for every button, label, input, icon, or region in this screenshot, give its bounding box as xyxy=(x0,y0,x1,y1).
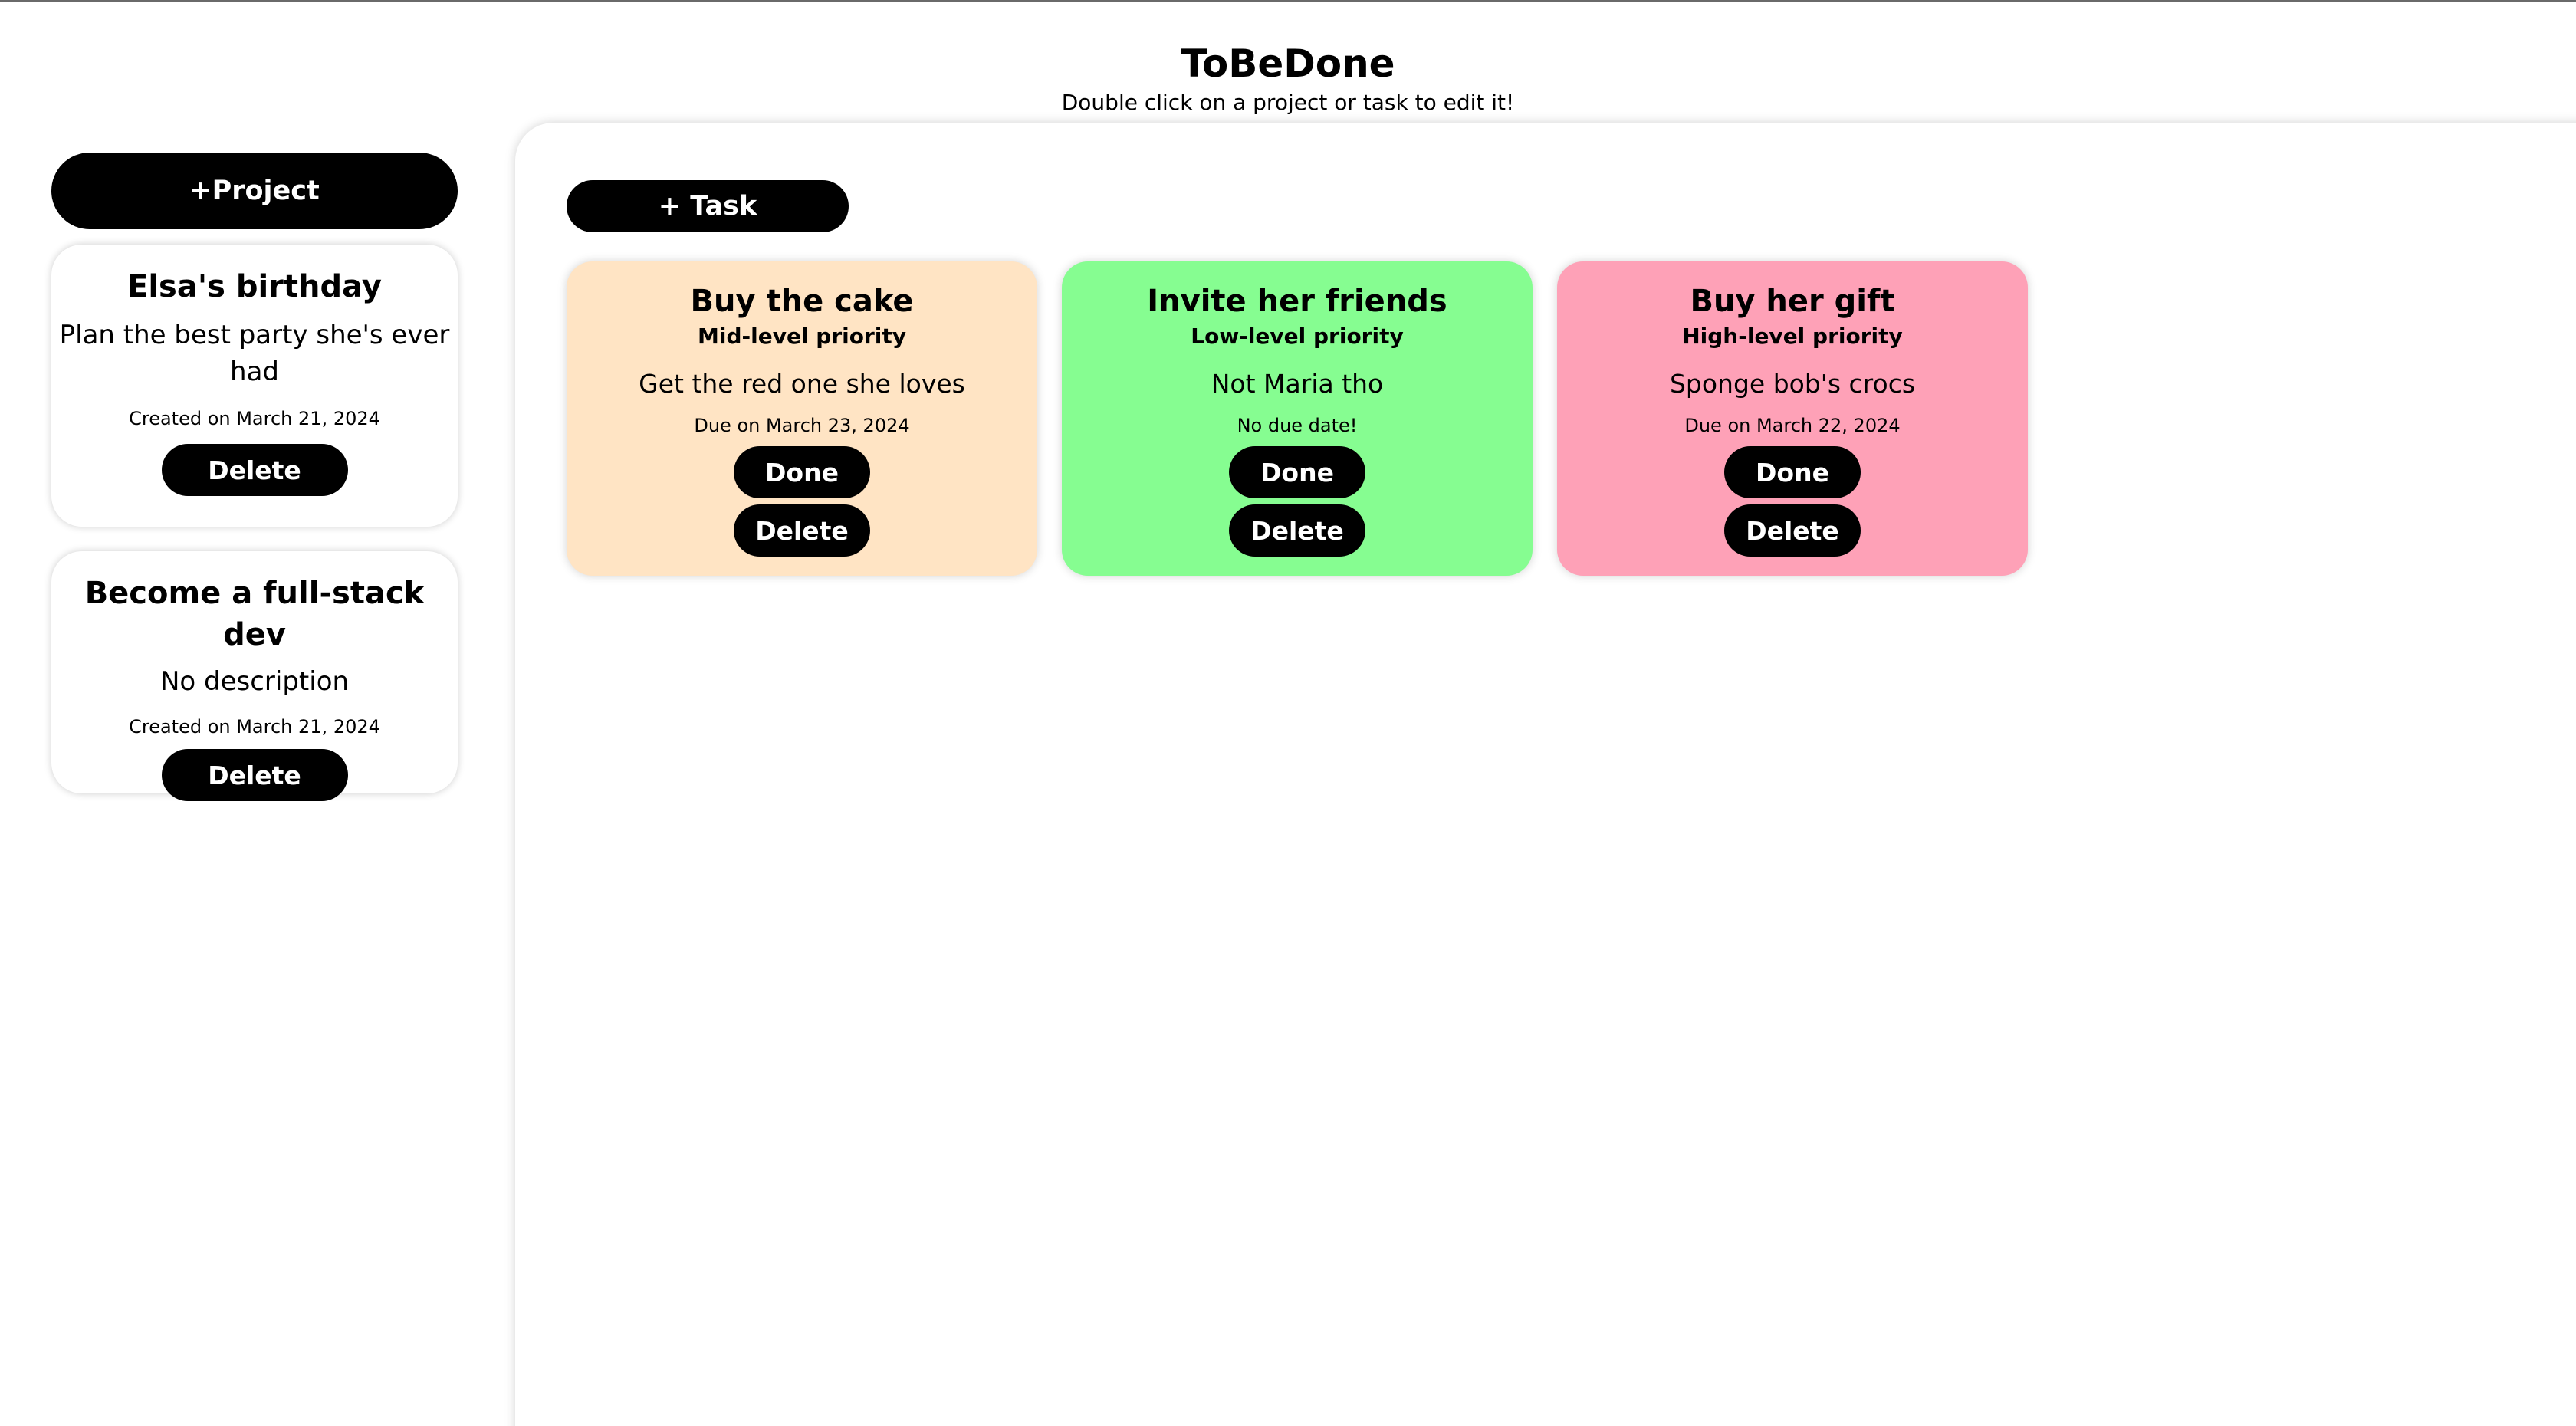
add-project-button[interactable]: +Project xyxy=(51,153,458,229)
delete-project-button[interactable]: Delete xyxy=(161,444,348,496)
task-card[interactable]: Buy the cake Mid-level priority Get the … xyxy=(567,261,1037,576)
project-created-date: Created on March 21, 2024 xyxy=(129,408,380,429)
app-header: ToBeDone Double click on a project or ta… xyxy=(0,37,2576,117)
task-title: Invite her friends xyxy=(1147,284,1447,319)
task-priority: Low-level priority xyxy=(1191,324,1404,349)
task-priority: High-level priority xyxy=(1682,324,1903,349)
project-description: No description xyxy=(159,666,350,697)
task-card[interactable]: Invite her friends Low-level priority No… xyxy=(1062,261,1533,576)
add-task-button[interactable]: + Task xyxy=(567,180,849,232)
project-sidebar: +Project Elsa's birthday Plan the best p… xyxy=(51,153,458,801)
app-subtitle: Double click on a project or task to edi… xyxy=(1061,90,1515,115)
done-button[interactable]: Done xyxy=(1724,446,1861,498)
app-title: ToBeDone xyxy=(1181,41,1395,86)
task-card[interactable]: Buy her gift High-level priority Sponge … xyxy=(1557,261,2028,576)
done-button[interactable]: Done xyxy=(1229,446,1365,498)
task-description: Get the red one she loves xyxy=(639,369,965,399)
project-card[interactable]: Become a full-stack dev No description C… xyxy=(51,551,458,801)
task-panel: + Task Buy the cake Mid-level priority G… xyxy=(515,123,2576,1426)
project-card[interactable]: Elsa's birthday Plan the best party she'… xyxy=(51,245,458,527)
task-title: Buy her gift xyxy=(1690,284,1895,319)
task-due-date: Due on March 23, 2024 xyxy=(694,415,910,436)
task-title: Buy the cake xyxy=(690,284,914,319)
delete-task-button[interactable]: Delete xyxy=(734,504,870,557)
project-title: Become a full-stack dev xyxy=(84,576,425,652)
done-button[interactable]: Done xyxy=(734,446,870,498)
top-border xyxy=(0,0,2576,2)
task-due-date: No due date! xyxy=(1237,415,1358,436)
delete-task-button[interactable]: Delete xyxy=(1229,504,1365,557)
project-created-date: Created on March 21, 2024 xyxy=(129,716,380,738)
delete-project-button[interactable]: Delete xyxy=(161,749,348,801)
task-description: Not Maria tho xyxy=(1211,369,1384,399)
project-title: Elsa's birthday xyxy=(127,269,382,304)
project-description: Plan the best party she's ever had xyxy=(59,320,450,387)
task-description: Sponge bob's crocs xyxy=(1669,369,1916,399)
task-priority: Mid-level priority xyxy=(697,324,907,349)
delete-task-button[interactable]: Delete xyxy=(1724,504,1861,557)
task-due-date: Due on March 22, 2024 xyxy=(1684,415,1901,436)
